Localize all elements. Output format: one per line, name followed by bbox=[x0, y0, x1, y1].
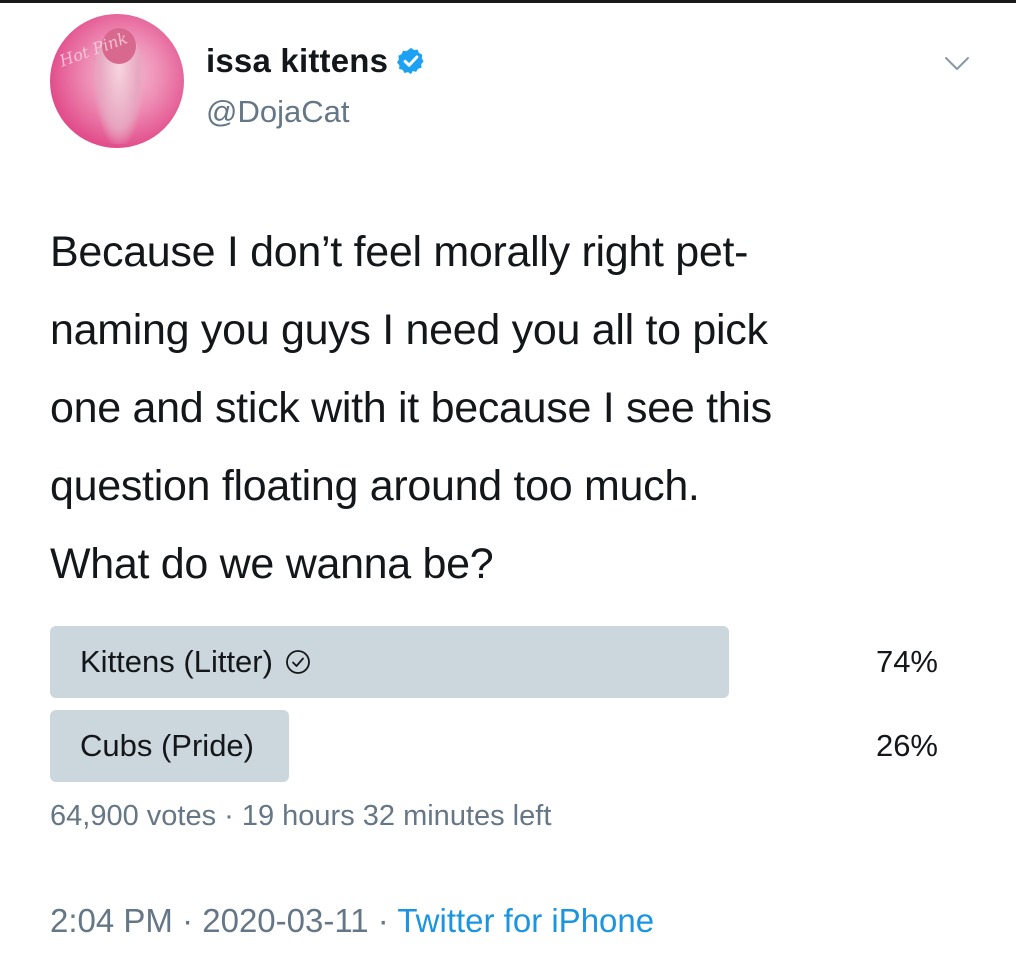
tweet-time[interactable]: 2:04 PM bbox=[50, 902, 173, 939]
poll: Kittens (Litter) 74% Cubs (Pride) 26% bbox=[50, 626, 950, 794]
tweet-line: one and stick with it because I see this bbox=[50, 384, 772, 432]
verified-badge-icon bbox=[397, 47, 424, 75]
tweet-timestamp: 2:04 PM · 2020-03-11 · Twitter for iPhon… bbox=[50, 902, 654, 940]
tweet-text: Because I don’t feel morally right pet- … bbox=[50, 213, 980, 603]
name-row: issa kittens bbox=[206, 42, 426, 80]
poll-votes: 64,900 votes bbox=[50, 800, 217, 832]
avatar[interactable]: Hot Pink bbox=[50, 14, 184, 148]
poll-option-text: Cubs (Pride) bbox=[80, 728, 254, 763]
tweet-line: question floating around too much. bbox=[50, 462, 700, 510]
separator: · bbox=[216, 800, 242, 832]
poll-meta: 64,900 votes · 19 hours 32 minutes left bbox=[50, 800, 551, 833]
tweet-date[interactable]: 2020-03-11 bbox=[202, 902, 368, 939]
display-name[interactable]: issa kittens bbox=[206, 42, 388, 80]
poll-option-label: Kittens (Litter) bbox=[80, 626, 311, 698]
tweet-header: Hot Pink issa kittens @DojaCat bbox=[50, 14, 980, 154]
tweet-line: Because I don’t feel morally right pet- bbox=[50, 228, 749, 276]
poll-option-cubs[interactable]: Cubs (Pride) 26% bbox=[50, 710, 950, 782]
check-circle-icon bbox=[286, 650, 310, 674]
separator: · bbox=[368, 902, 398, 939]
separator: · bbox=[172, 902, 203, 939]
tweet-line: What do we wanna be? bbox=[50, 540, 494, 588]
poll-option-label: Cubs (Pride) bbox=[80, 710, 254, 782]
tweet-line: naming you guys I need you all to pick bbox=[50, 306, 768, 354]
source-link[interactable]: Twitter for iPhone bbox=[397, 902, 654, 939]
poll-option-percent: 74% bbox=[875, 644, 938, 679]
author-handle[interactable]: @DojaCat bbox=[206, 94, 349, 130]
poll-option-kittens[interactable]: Kittens (Litter) 74% bbox=[50, 626, 950, 698]
top-divider bbox=[0, 0, 1016, 3]
chevron-down-icon[interactable] bbox=[944, 54, 970, 74]
poll-time-left: 19 hours 32 minutes left bbox=[241, 800, 552, 832]
poll-option-text: Kittens (Litter) bbox=[80, 644, 273, 679]
poll-option-percent: 26% bbox=[875, 728, 938, 763]
